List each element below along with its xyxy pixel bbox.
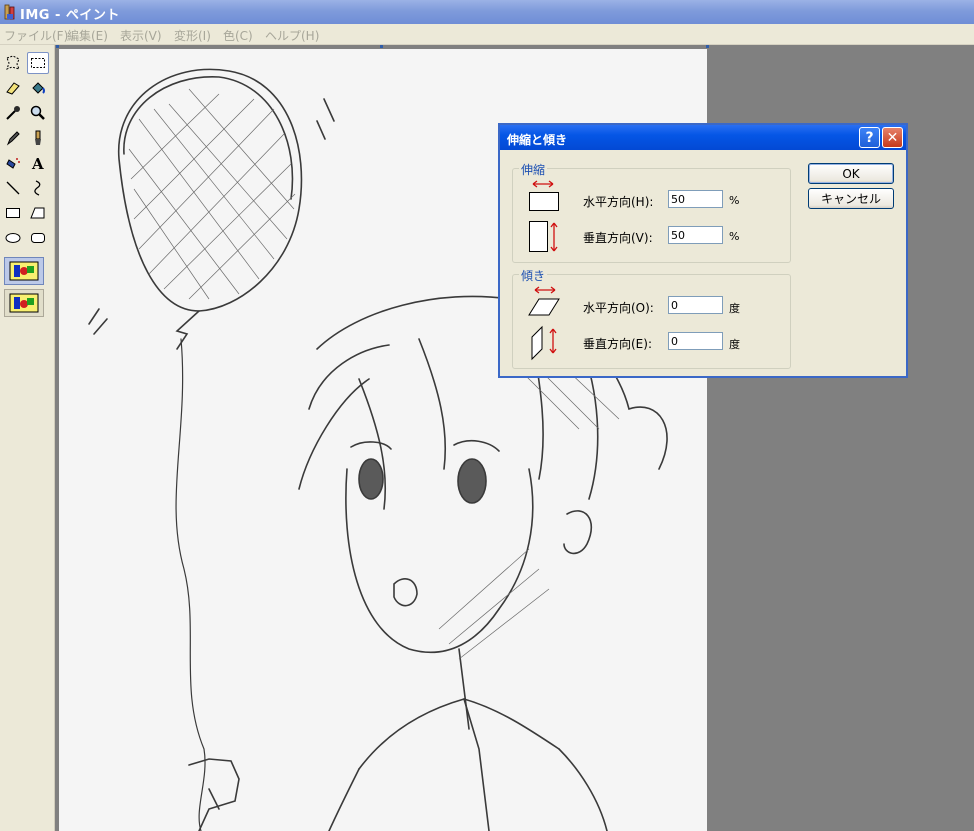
help-button[interactable]: ? bbox=[859, 127, 880, 148]
rectangle-icon[interactable] bbox=[2, 202, 24, 224]
ok-button[interactable]: OK bbox=[808, 163, 894, 184]
fill-bucket-icon[interactable] bbox=[27, 77, 49, 99]
menu-view[interactable]: 表示(V) bbox=[120, 27, 162, 44]
vertical-stretch-icon bbox=[529, 221, 558, 252]
pencil-icon[interactable] bbox=[2, 127, 24, 149]
skew-legend: 傾き bbox=[519, 267, 548, 284]
text-icon[interactable]: A bbox=[27, 152, 49, 174]
resize-handle[interactable] bbox=[56, 45, 59, 48]
rect-select-icon[interactable] bbox=[27, 52, 49, 74]
menu-help[interactable]: ヘルプ(H) bbox=[265, 27, 319, 44]
airbrush-icon[interactable] bbox=[2, 152, 24, 174]
dialog-title: 伸縮と傾き bbox=[507, 133, 568, 147]
eraser-icon[interactable] bbox=[2, 77, 24, 99]
curve-icon[interactable] bbox=[27, 177, 49, 199]
tool-box: A bbox=[0, 45, 55, 831]
rounded-rect-icon[interactable] bbox=[27, 227, 49, 249]
stretch-vertical-input[interactable] bbox=[668, 226, 723, 244]
horizontal-skew-icon bbox=[528, 286, 560, 316]
resize-handle[interactable] bbox=[706, 45, 709, 48]
skew-vertical-input[interactable] bbox=[668, 332, 723, 350]
polygon-icon[interactable] bbox=[27, 202, 49, 224]
transparent-selection-icon[interactable] bbox=[4, 289, 44, 317]
resize-handle[interactable] bbox=[380, 45, 383, 48]
stretch-legend: 伸縮 bbox=[519, 161, 548, 178]
close-button[interactable]: ✕ bbox=[882, 127, 903, 148]
vertical-skew-icon bbox=[531, 325, 557, 361]
menu-file[interactable]: ファイル(F) bbox=[4, 27, 68, 44]
skew-horizontal-unit: 度 bbox=[729, 302, 740, 315]
window-title-bar[interactable]: IMG - ペイント bbox=[0, 0, 974, 24]
skew-vertical-label: 垂直方向(E): bbox=[583, 337, 652, 351]
stretch-group: 伸縮 水平方向(H): % 垂直方向(V): % bbox=[512, 161, 791, 263]
window-title: IMG - ペイント bbox=[20, 8, 120, 23]
skew-vertical-unit: 度 bbox=[729, 338, 740, 351]
magnifier-icon[interactable] bbox=[27, 102, 49, 124]
horizontal-stretch-icon bbox=[529, 180, 559, 211]
stretch-horizontal-input[interactable] bbox=[668, 190, 723, 208]
color-picker-icon[interactable] bbox=[2, 102, 24, 124]
skew-horizontal-label: 水平方向(O): bbox=[583, 301, 654, 315]
cancel-button[interactable]: キャンセル bbox=[808, 188, 894, 209]
stretch-horizontal-unit: % bbox=[729, 194, 740, 207]
menu-colors[interactable]: 色(C) bbox=[223, 27, 253, 44]
skew-group: 傾き 水平方向(O): 度 垂直方向(E): 度 bbox=[512, 267, 791, 369]
brush-icon[interactable] bbox=[27, 127, 49, 149]
line-icon[interactable] bbox=[2, 177, 24, 199]
free-form-select-icon[interactable] bbox=[2, 52, 24, 74]
paint-icon bbox=[4, 4, 15, 20]
svg-text:A: A bbox=[31, 155, 44, 172]
stretch-vertical-unit: % bbox=[729, 230, 740, 243]
skew-horizontal-input[interactable] bbox=[668, 296, 723, 314]
opaque-selection-icon[interactable] bbox=[4, 257, 44, 285]
menu-image[interactable]: 変形(I) bbox=[174, 27, 211, 44]
ellipse-icon[interactable] bbox=[2, 227, 24, 249]
stretch-skew-dialog: 伸縮と傾き ? ✕ 伸縮 水平方向(H): % 垂直方向(V): % 傾き 水平 bbox=[498, 123, 908, 378]
stretch-vertical-label: 垂直方向(V): bbox=[583, 231, 653, 245]
dialog-title-bar[interactable]: 伸縮と傾き ? ✕ bbox=[500, 125, 906, 150]
menu-edit[interactable]: 編集(E) bbox=[67, 27, 108, 44]
menu-bar: ファイル(F) 編集(E) 表示(V) 変形(I) 色(C) ヘルプ(H) bbox=[0, 24, 974, 45]
stretch-horizontal-label: 水平方向(H): bbox=[583, 195, 654, 209]
